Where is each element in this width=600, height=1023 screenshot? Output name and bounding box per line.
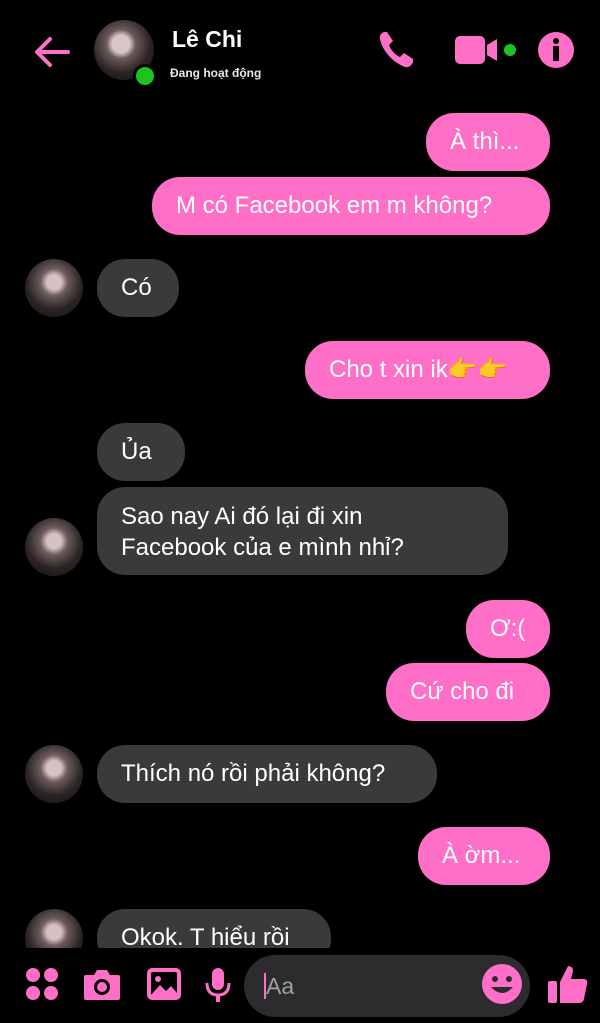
phone-icon[interactable] bbox=[376, 28, 418, 72]
message-bubble-sent[interactable]: Cứ cho đi bbox=[386, 663, 550, 721]
sender-avatar[interactable] bbox=[25, 745, 83, 803]
image-icon[interactable] bbox=[145, 966, 183, 1002]
sender-avatar[interactable] bbox=[25, 518, 83, 576]
chat-header: Lê Chi Đang hoạt động bbox=[0, 0, 600, 100]
message-line: Sao nay Ai đó lại đi xin bbox=[121, 503, 363, 530]
contact-status: Đang hoạt động bbox=[170, 66, 262, 80]
contact-name[interactable]: Lê Chi bbox=[172, 26, 242, 53]
message-bubble-received[interactable]: Ủa bbox=[97, 423, 185, 481]
message-bubble-received[interactable]: Thích nó rồi phải không? bbox=[97, 745, 437, 803]
online-indicator bbox=[133, 64, 157, 88]
message-input-placeholder: Aa bbox=[266, 973, 295, 999]
message-bubble-sent[interactable]: Ơ:( bbox=[466, 600, 550, 658]
message-bubble-sent[interactable]: À ờm... bbox=[418, 827, 550, 885]
message-bubble-sent[interactable]: À thì... bbox=[426, 113, 550, 171]
message-bubble-sent[interactable]: Cho t xin ik👉👉 bbox=[305, 341, 550, 399]
message-bubble-sent[interactable]: M có Facebook em m không? bbox=[152, 177, 550, 235]
back-arrow-icon[interactable] bbox=[30, 30, 74, 74]
sender-avatar[interactable] bbox=[25, 259, 83, 317]
camera-icon[interactable] bbox=[82, 966, 122, 1002]
message-line: Facebook của e mình nhỉ? bbox=[121, 534, 404, 561]
info-icon[interactable] bbox=[536, 28, 576, 72]
emoji-icon[interactable] bbox=[480, 962, 524, 1006]
message-bubble-received[interactable]: Sao nay Ai đó lại đi xin Facebook của e … bbox=[97, 487, 508, 575]
thumbs-up-icon[interactable] bbox=[546, 962, 590, 1006]
apps-icon[interactable] bbox=[24, 966, 60, 1002]
message-bubble-received[interactable]: Có bbox=[97, 259, 179, 317]
video-icon[interactable] bbox=[453, 28, 519, 72]
microphone-icon[interactable] bbox=[204, 966, 232, 1004]
